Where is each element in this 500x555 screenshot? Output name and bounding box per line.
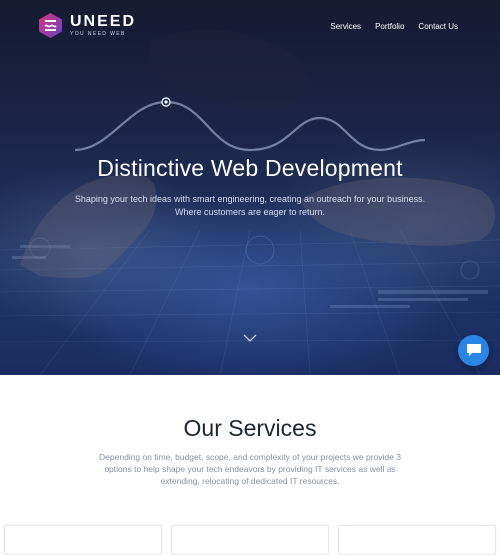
hero-subtitle: Shaping your tech ideas with smart engin… bbox=[74, 194, 426, 217]
brand-logo[interactable]: UNEED YOU NEED WEB bbox=[37, 12, 136, 39]
service-card[interactable] bbox=[4, 525, 162, 555]
services-section: Our Services Depending on time, budget, … bbox=[0, 375, 500, 555]
hero-title: Distinctive Web Development bbox=[97, 155, 403, 181]
nav-portfolio[interactable]: Portfolio bbox=[375, 22, 404, 32]
chevron-down-icon[interactable] bbox=[243, 333, 257, 343]
wave-line bbox=[74, 100, 426, 152]
chat-button[interactable] bbox=[458, 335, 489, 366]
services-title: Our Services bbox=[183, 415, 317, 441]
uneed-logo-icon bbox=[39, 13, 62, 38]
chat-bubble-icon bbox=[466, 344, 481, 356]
hero-background-art bbox=[0, 29, 500, 375]
main-nav: Services Portfolio Contact Us bbox=[330, 22, 458, 32]
hero-section: UNEED YOU NEED WEB Services Portfolio Co… bbox=[0, 0, 500, 375]
service-card[interactable] bbox=[171, 525, 329, 555]
brand-name: UNEED bbox=[70, 13, 137, 30]
brand-tagline: YOU NEED WEB bbox=[70, 31, 126, 37]
services-description: Depending on time, budget, scope, and co… bbox=[99, 452, 401, 486]
service-card[interactable] bbox=[338, 525, 496, 555]
nav-contact-us[interactable]: Contact Us bbox=[418, 22, 458, 32]
nav-services[interactable]: Services bbox=[330, 22, 361, 32]
